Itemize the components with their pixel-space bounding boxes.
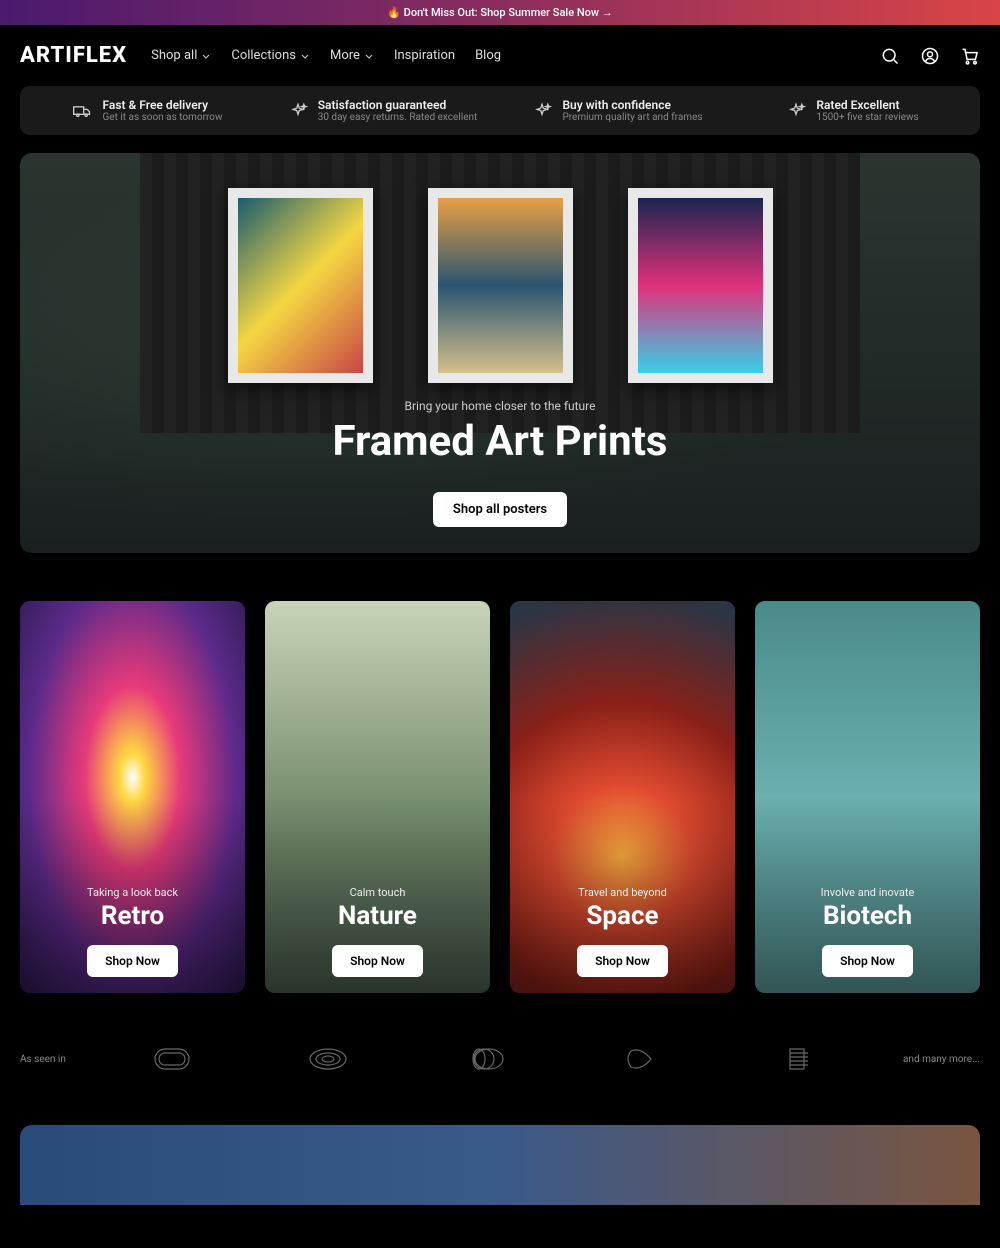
press-logo-1: [147, 1041, 197, 1077]
press-logo-3: [459, 1041, 509, 1077]
category-cards: Taking a look back Retro Shop Now Calm t…: [20, 601, 980, 993]
hero-title: Framed Art Prints: [20, 417, 980, 466]
shop-now-button[interactable]: Shop Now: [577, 945, 668, 977]
feature-title: Buy with confidence: [562, 98, 702, 112]
truck-icon: [72, 101, 92, 121]
shop-now-button[interactable]: Shop Now: [332, 945, 423, 977]
hero-cta-button[interactable]: Shop all posters: [433, 492, 567, 527]
chevron-down-icon: [364, 51, 374, 61]
nav-more[interactable]: More: [330, 48, 374, 63]
card-space[interactable]: Travel and beyond Space Shop Now: [510, 601, 735, 993]
feature-sub: Get it as soon as tomorrow: [102, 112, 222, 123]
header: ARTIFLEX Shop all Collections More Inspi…: [0, 25, 1000, 86]
cart-icon[interactable]: [960, 46, 980, 66]
nav-label: Shop all: [151, 48, 197, 63]
hero-frame-1: [228, 188, 373, 383]
card-kicker: Involve and inovate: [821, 886, 915, 899]
nav-shop-all[interactable]: Shop all: [151, 48, 211, 63]
feature-title: Fast & Free delivery: [102, 98, 222, 112]
account-icon[interactable]: [920, 46, 940, 66]
feature-sub: 30 day easy returns. Rated excellent: [318, 112, 478, 123]
chevron-down-icon: [201, 51, 211, 61]
main-nav: Shop all Collections More Inspiration Bl…: [151, 48, 501, 63]
card-kicker: Travel and beyond: [578, 886, 667, 899]
header-icons: [880, 46, 980, 66]
shop-now-button[interactable]: Shop Now: [87, 945, 178, 977]
card-retro[interactable]: Taking a look back Retro Shop Now: [20, 601, 245, 993]
press-logo-5: [772, 1041, 822, 1077]
card-title: Nature: [338, 901, 417, 931]
seen-label: As seen in: [20, 1054, 66, 1065]
feature-rated: Rated Excellent1500+ five star reviews: [735, 98, 970, 123]
announcement-bar[interactable]: 🔥 Don't Miss Out: Shop Summer Sale Now →: [0, 0, 1000, 25]
sparkle-icon: [532, 101, 552, 121]
hero-frame-3: [628, 188, 773, 383]
press-logo-4: [616, 1041, 666, 1077]
hero: Bring your home closer to the future Fra…: [20, 153, 980, 553]
seen-more: and many more...: [903, 1054, 980, 1065]
hero-frames: [140, 153, 860, 433]
feature-sub: Premium quality art and frames: [562, 112, 702, 123]
nav-label: More: [330, 48, 360, 63]
feature-title: Satisfaction guaranteed: [318, 98, 478, 112]
shop-now-button[interactable]: Shop Now: [822, 945, 913, 977]
card-title: Biotech: [823, 901, 912, 931]
card-title: Retro: [101, 901, 164, 931]
feature-title: Rated Excellent: [816, 98, 918, 112]
card-kicker: Taking a look back: [87, 886, 178, 899]
sparkle-icon: [786, 101, 806, 121]
press-logo-2: [303, 1041, 353, 1077]
logo[interactable]: ARTIFLEX: [20, 43, 127, 68]
hero-frame-2: [428, 188, 573, 383]
card-nature[interactable]: Calm touch Nature Shop Now: [265, 601, 490, 993]
nav-inspiration[interactable]: Inspiration: [394, 48, 455, 63]
card-kicker: Calm touch: [350, 886, 406, 899]
feature-sub: 1500+ five star reviews: [816, 112, 918, 123]
feature-confidence: Buy with confidencePremium quality art a…: [500, 98, 735, 123]
card-biotech[interactable]: Involve and inovate Biotech Shop Now: [755, 601, 980, 993]
nav-blog[interactable]: Blog: [475, 48, 501, 63]
as-seen-in: As seen in and many more...: [20, 1041, 980, 1077]
nav-collections[interactable]: Collections: [231, 48, 310, 63]
search-icon[interactable]: [880, 46, 900, 66]
feature-satisfaction: Satisfaction guaranteed30 day easy retur…: [265, 98, 500, 123]
sparkle-icon: [288, 101, 308, 121]
press-logos: [94, 1041, 875, 1077]
features-bar: Fast & Free deliveryGet it as soon as to…: [20, 86, 980, 135]
chevron-down-icon: [300, 51, 310, 61]
feature-delivery: Fast & Free deliveryGet it as soon as to…: [30, 98, 265, 123]
secondary-hero: [20, 1125, 980, 1205]
nav-label: Collections: [231, 48, 296, 63]
card-title: Space: [586, 901, 658, 931]
hero-kicker: Bring your home closer to the future: [20, 399, 980, 413]
